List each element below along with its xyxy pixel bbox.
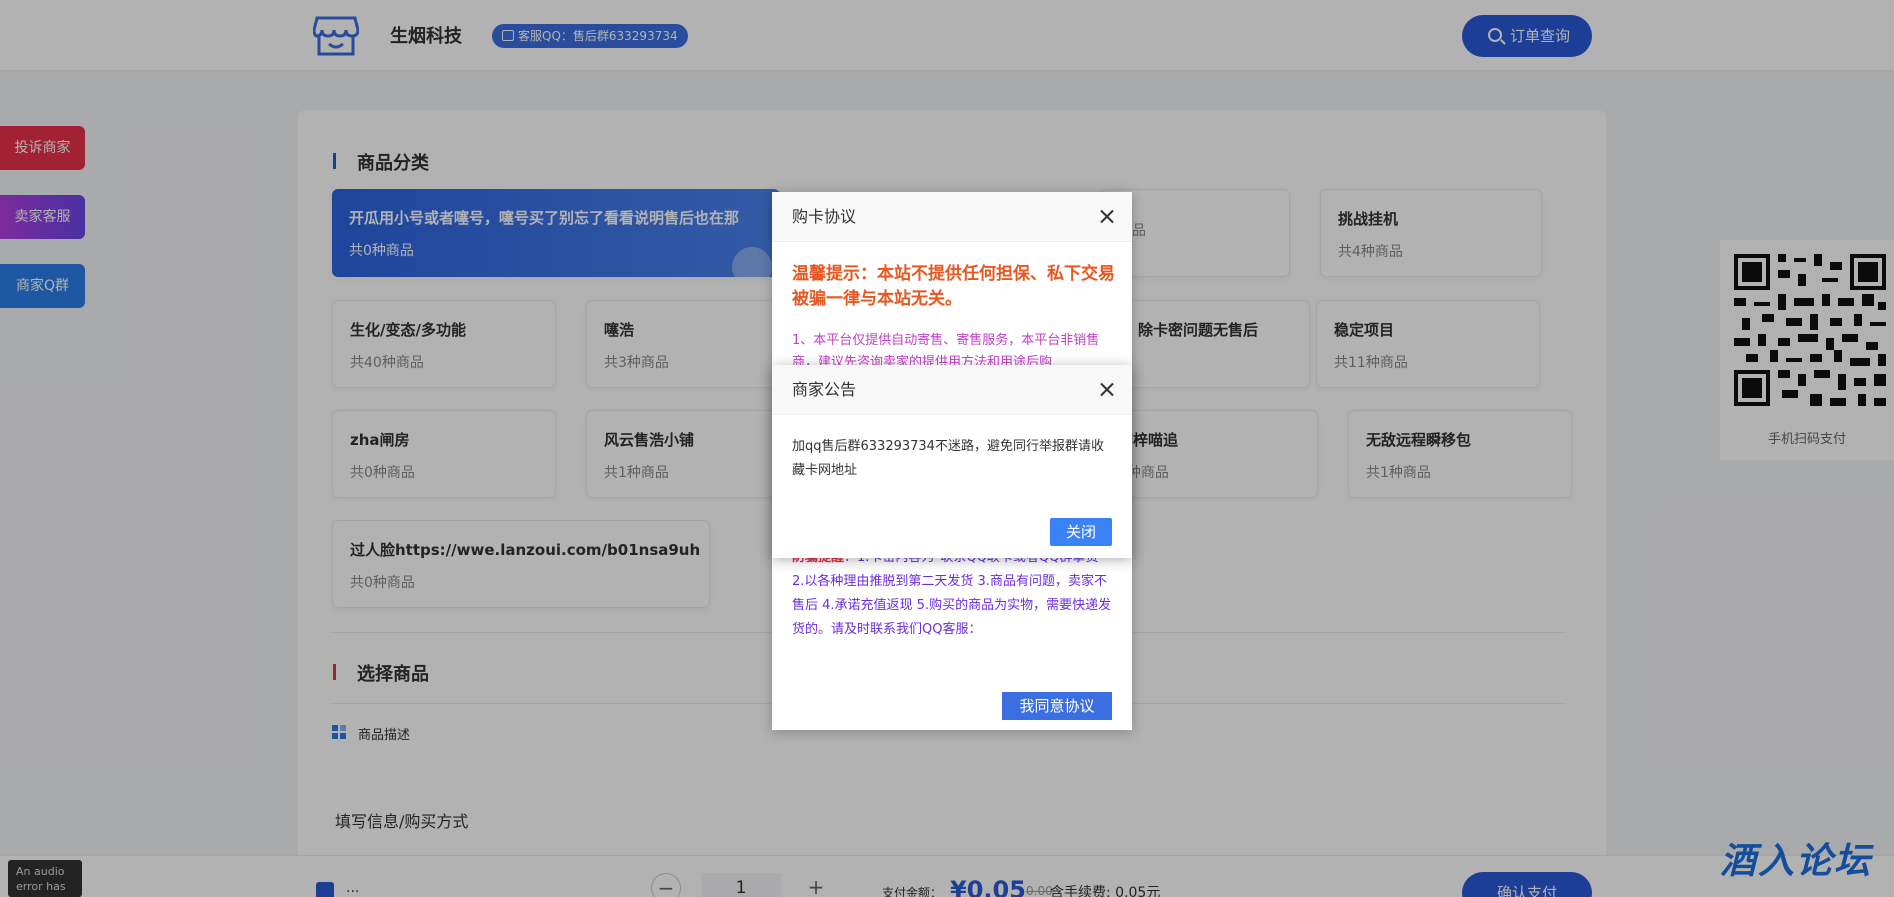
anti-fraud-note: 防骗提醒：1.卡密内容为"联系QQ取卡或者QQ群拿货" 2.以各种理由推脱到第二… bbox=[792, 550, 1112, 637]
close-icon[interactable] bbox=[1100, 382, 1114, 396]
warning-text: 温馨提示：本站不提供任何担保、私下交易被骗一律与本站无关。 bbox=[792, 264, 1115, 309]
notice-body: 加qq售后群633293734不迷路，避免同行举报群请收藏卡网地址 bbox=[792, 439, 1104, 478]
dialog-header: 购卡协议 bbox=[772, 192, 1132, 242]
agree-button[interactable]: 我同意协议 bbox=[1002, 692, 1112, 720]
notice-dialog: 商家公告 加qq售后群633293734不迷路，避免同行举报群请收藏卡网地址 关… bbox=[772, 365, 1132, 558]
dialog-title: 商家公告 bbox=[792, 380, 857, 399]
dialog-title: 购卡协议 bbox=[792, 207, 857, 226]
close-icon[interactable] bbox=[1100, 209, 1114, 223]
dialog-header: 商家公告 bbox=[772, 365, 1132, 415]
close-button[interactable]: 关闭 bbox=[1050, 518, 1112, 546]
